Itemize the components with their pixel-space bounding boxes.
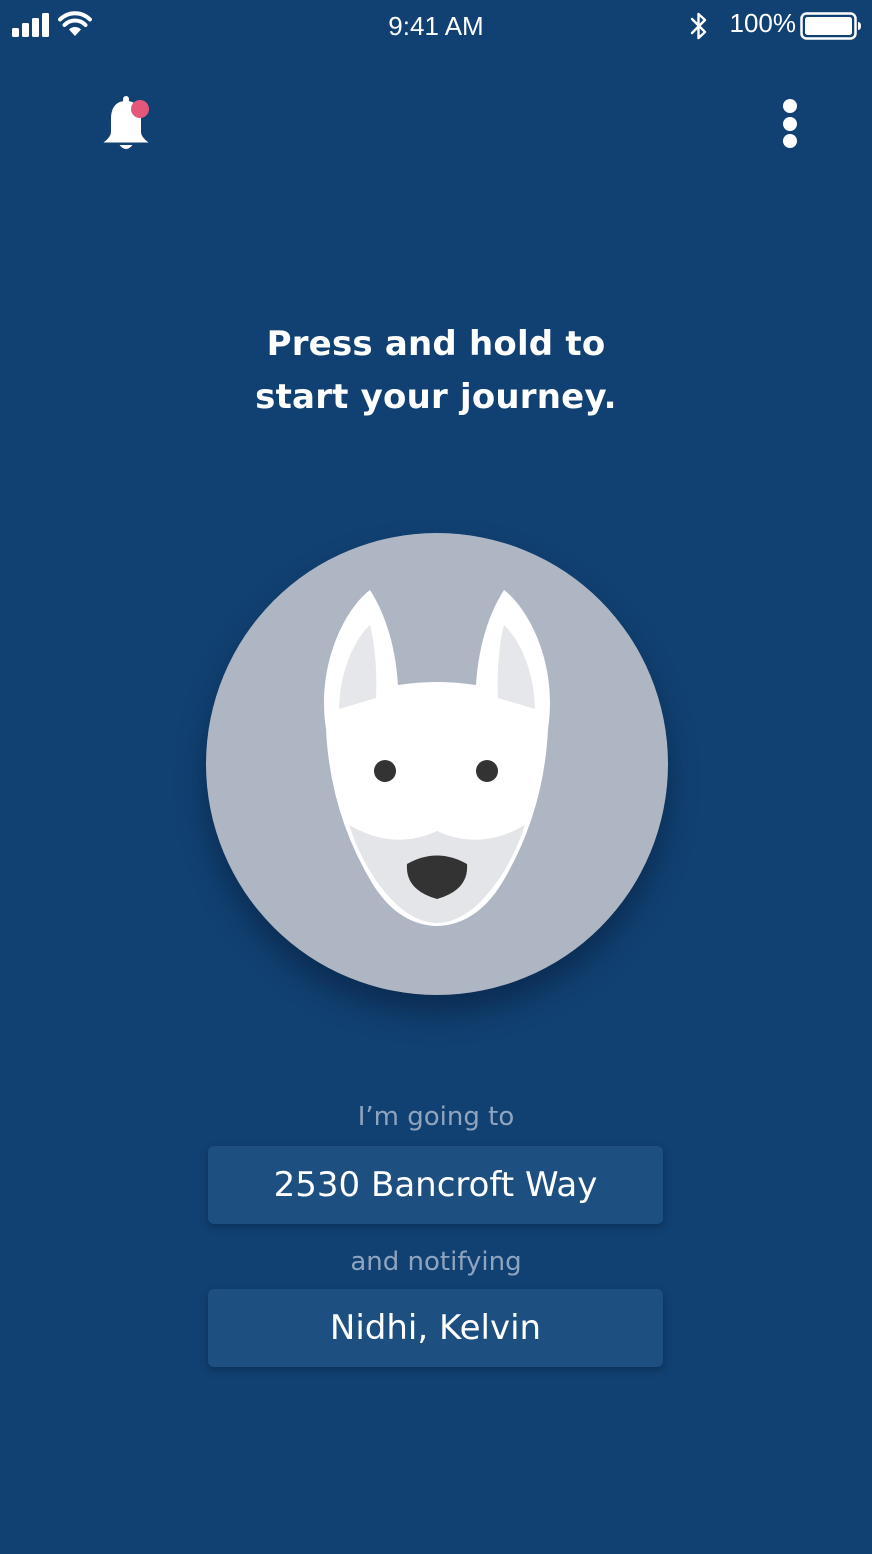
destination-button[interactable]: 2530 Bancroft Way: [208, 1146, 663, 1224]
press-and-hold-button[interactable]: [206, 533, 668, 995]
status-time: 9:41 AM: [388, 11, 484, 41]
battery-percent: 100%: [729, 8, 797, 38]
contacts-caption: and notifying: [350, 1247, 522, 1277]
dog-face-icon: [324, 590, 550, 926]
contacts-button[interactable]: Nidhi, Kelvin: [208, 1289, 663, 1367]
battery-icon: [800, 12, 861, 40]
bell-icon: [103, 96, 149, 149]
status-bar: 9:41 AM 100%: [0, 0, 872, 52]
headline: Press and hold to start your journey.: [136, 318, 736, 424]
cellular-signal-icon: [12, 13, 52, 37]
wifi-icon: [58, 11, 92, 36]
headline-line-2: start your journey.: [255, 377, 617, 417]
more-options-button[interactable]: [768, 94, 812, 152]
headline-line-1: Press and hold to: [266, 324, 606, 364]
notifications-button[interactable]: [94, 92, 160, 158]
notification-badge: [131, 100, 149, 118]
destination-caption: I’m going to: [357, 1102, 515, 1132]
bluetooth-icon: [690, 12, 707, 40]
